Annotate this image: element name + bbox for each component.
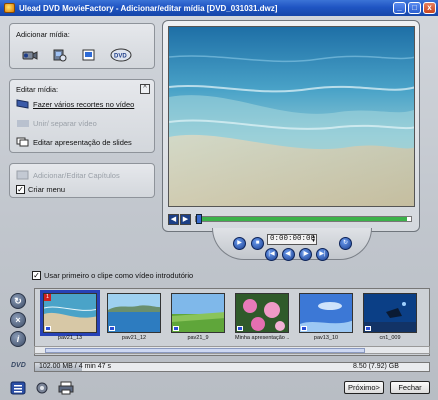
intro-clip-label: Usar primeiro o clipe como vídeo introdu…	[44, 271, 194, 280]
add-edit-chapters-label: Adicionar/Editar Capítulos	[33, 170, 120, 180]
next-button[interactable]: Próximo>	[344, 381, 384, 394]
clip-label: pav13_10	[313, 335, 339, 341]
play-button[interactable]: ▶	[233, 237, 246, 250]
create-menu-checkbox[interactable]: ✓	[16, 185, 25, 194]
stop-button[interactable]: ■	[251, 237, 264, 250]
clip-label: Minha apresentação ...	[235, 335, 289, 341]
repeat-button[interactable]: ↻	[339, 237, 352, 250]
clip-thumbnail[interactable]: Minha apresentação ...	[235, 293, 289, 341]
clip-label: cn1_009	[379, 335, 401, 341]
collapse-button[interactable]: ^	[140, 84, 150, 94]
clip-type-icon	[301, 326, 307, 331]
camcorder-icon[interactable]	[20, 48, 38, 62]
clip-thumbnail[interactable]: cn1_009	[363, 293, 417, 341]
clip-thumbnail[interactable]: pav21_12	[107, 293, 161, 341]
clip-label: pav21_9	[187, 335, 209, 341]
clip-type-icon	[237, 326, 243, 331]
clip-thumbnail[interactable]: pav21_9	[171, 293, 225, 341]
transport-panel: ▶ ■ 0:00:00:00 ▲ ▼ ↻ |◀ ◀| |▶ ▶|	[212, 228, 372, 261]
create-menu-row[interactable]: ✓ Criar menu	[16, 185, 65, 194]
clip-type-icon	[109, 326, 115, 331]
go-to-start-button[interactable]: |◀	[265, 248, 278, 261]
gear-icon[interactable]	[34, 381, 50, 395]
edit-media-panel: Editar mídia: ^ Fazer vários recortes no…	[9, 79, 155, 153]
clip-image	[363, 293, 417, 333]
timecode-value: 0:00:00:00	[270, 235, 316, 243]
refresh-button[interactable]: ↻	[10, 293, 26, 309]
previous-clip-button[interactable]: ◀	[168, 213, 179, 225]
join-split-video-item: Unir/ separar vídeo	[16, 118, 97, 128]
add-edit-chapters-item: Adicionar/Editar Capítulos	[16, 170, 120, 180]
delete-button[interactable]: ×	[10, 312, 26, 328]
preview-window: ◀ ▶	[162, 20, 420, 232]
svg-text:DVD: DVD	[114, 54, 127, 60]
create-menu-label: Criar menu	[28, 185, 66, 194]
clip-type-icon	[365, 326, 371, 331]
next-frame-button[interactable]: |▶	[299, 248, 312, 261]
clip-image	[171, 293, 225, 333]
edit-slideshow-label: Editar apresentação de slides	[33, 137, 132, 147]
clip-type-icon	[45, 326, 51, 331]
restore-button[interactable]: □	[408, 2, 421, 14]
clip-thumbnail[interactable]: pav13_10	[299, 293, 353, 341]
intro-clip-checkbox[interactable]: ✓	[32, 271, 41, 280]
join-split-label: Unir/ separar vídeo	[33, 118, 97, 128]
clip-label: pav21_12	[121, 335, 147, 341]
next-clip-button[interactable]: ▶	[180, 213, 191, 225]
scrub-fill	[196, 217, 407, 221]
usage-used-text: 102.00 MB / 4 min 47 s	[39, 363, 111, 370]
scrollbar-thumb[interactable]	[45, 348, 365, 353]
clip-image	[235, 293, 289, 333]
slideshow-icon	[16, 137, 30, 147]
multi-trim-icon	[16, 99, 30, 109]
clip-image	[107, 293, 161, 333]
title-bar: Ulead DVD MovieFactory - Adicionar/edita…	[0, 0, 438, 16]
close-window-button[interactable]: x	[423, 2, 436, 14]
timecode-display[interactable]: 0:00:00:00 ▲ ▼	[267, 234, 317, 245]
clip-thumbnail[interactable]: 1 pav21_13	[40, 290, 100, 341]
disc-usage-bar: 102.00 MB / 4 min 47 s 8.50 (7.92) GB	[34, 362, 430, 372]
clip-image	[299, 293, 353, 333]
window-title: Ulead DVD MovieFactory - Adicionar/edita…	[19, 3, 278, 13]
chapters-icon	[16, 170, 30, 180]
minimize-button[interactable]: _	[393, 2, 406, 14]
video-file-icon[interactable]	[80, 48, 98, 62]
clip-label: pav21_13	[57, 335, 83, 341]
project-settings-icon[interactable]	[10, 381, 26, 395]
go-to-end-button[interactable]: ▶|	[316, 248, 329, 261]
edit-media-title: Editar mídia:	[16, 85, 59, 94]
scrub-track[interactable]	[195, 214, 412, 224]
join-split-icon	[16, 118, 30, 128]
close-button[interactable]: Fechar	[390, 381, 430, 394]
multi-trim-label: Fazer vários recortes no vídeo	[33, 99, 135, 109]
add-media-panel: Adicionar mídia: DVD	[9, 23, 155, 69]
dvd-label: DVD	[11, 362, 26, 369]
intro-clip-row[interactable]: ✓ Usar primeiro o clipe como vídeo intro…	[32, 271, 193, 280]
multi-trim-video-item[interactable]: Fazer vários recortes no vídeo	[16, 99, 134, 109]
clip-strip: 1 pav21_13 pav21_12 pav21_9 Minha aprese…	[34, 288, 430, 356]
app-logo-icon	[4, 3, 15, 13]
print-icon[interactable]	[58, 381, 74, 395]
chapters-panel: Adicionar/Editar Capítulos ✓ Criar menu	[9, 163, 155, 198]
scrub-handle[interactable]	[196, 214, 202, 224]
clip-number-badge: 1	[44, 294, 51, 301]
dvd-disc-icon[interactable]: DVD	[110, 48, 132, 62]
timecode-spin-icon[interactable]: ▲ ▼	[312, 235, 315, 244]
info-button[interactable]: i	[10, 331, 26, 347]
preview-image	[168, 26, 415, 207]
clip-image	[40, 290, 100, 336]
add-media-title: Adicionar mídia:	[16, 30, 70, 39]
usage-capacity-text: 8.50 (7.92) GB	[353, 363, 399, 370]
clip-strip-scrollbar[interactable]	[34, 346, 430, 354]
dvd-camcorder-icon[interactable]	[50, 48, 68, 62]
clip-type-icon	[173, 326, 179, 331]
edit-slideshow-item[interactable]: Editar apresentação de slides	[16, 137, 132, 147]
scrub-bar: ◀ ▶	[168, 211, 415, 227]
previous-frame-button[interactable]: ◀|	[282, 248, 295, 261]
